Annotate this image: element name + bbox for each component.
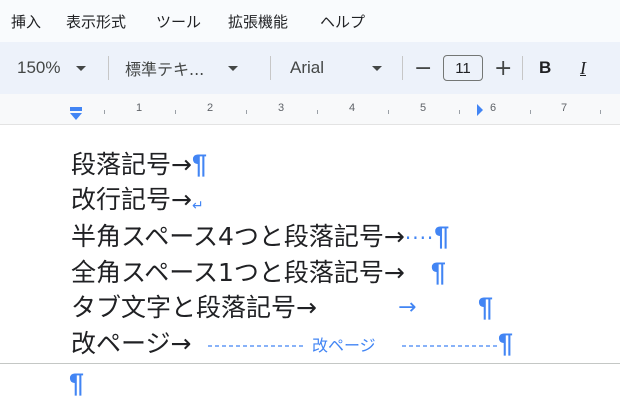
line-text: 段落記号→ bbox=[71, 150, 192, 179]
line-text: 改行記号→ bbox=[71, 185, 192, 214]
paragraph-line[interactable]: 全角スペース1つと段落記号→ ¶ bbox=[71, 255, 446, 289]
increase-font-size-button[interactable]: + bbox=[494, 42, 512, 94]
toolbar-divider bbox=[108, 56, 109, 80]
ruler-label: 3 bbox=[278, 102, 285, 114]
font-family-dropdown[interactable]: Arial bbox=[290, 42, 383, 94]
menu-tools[interactable]: ツール bbox=[156, 11, 201, 32]
bold-button[interactable]: B bbox=[539, 42, 551, 94]
chevron-down-icon bbox=[372, 65, 383, 71]
paragraph-line[interactable]: 改行記号→↵ bbox=[71, 183, 204, 217]
pilcrow-mark: ¶ bbox=[69, 368, 85, 398]
document-canvas[interactable]: 段落記号→¶ 改行記号→↵ 半角スペース4つと段落記号→····¶ 全角スペース… bbox=[0, 125, 620, 420]
ruler-tick bbox=[175, 110, 176, 114]
line-text: タブ文字と段落記号→ bbox=[71, 293, 317, 322]
bold-icon: B bbox=[539, 58, 552, 77]
paragraph-style-value: 標準テキ... bbox=[125, 60, 205, 79]
menu-help[interactable]: ヘルプ bbox=[320, 11, 365, 32]
minus-icon: − bbox=[414, 55, 433, 81]
line-text: 全角スペース1つと段落記号→ bbox=[71, 258, 405, 287]
line-text: 半角スペース4つと段落記号→ bbox=[71, 222, 405, 251]
page-break-marker bbox=[208, 345, 498, 347]
ruler-label: 6 bbox=[490, 102, 497, 114]
font-family-value: Arial bbox=[290, 58, 325, 77]
italic-icon: I bbox=[580, 57, 586, 78]
toolbar-divider bbox=[402, 56, 403, 80]
toolbar-divider bbox=[522, 56, 523, 80]
ruler-tick bbox=[530, 110, 531, 114]
menu-extensions[interactable]: 拡張機能 bbox=[228, 11, 288, 32]
ruler-label: 7 bbox=[561, 102, 568, 114]
pilcrow-mark: ¶ bbox=[434, 221, 450, 251]
line-break-mark: ↵ bbox=[191, 198, 204, 214]
italic-button[interactable]: I bbox=[580, 42, 586, 94]
ruler-label: 1 bbox=[136, 102, 143, 114]
decrease-font-size-button[interactable]: − bbox=[414, 42, 432, 94]
chevron-down-icon bbox=[228, 65, 239, 71]
ruler-tick bbox=[317, 110, 318, 114]
font-size-value: 11 bbox=[455, 59, 471, 77]
zoom-value: 150% bbox=[17, 58, 61, 77]
plus-icon: + bbox=[494, 55, 513, 81]
space-dots-mark: ···· bbox=[404, 226, 435, 250]
ruler-indent-markers bbox=[70, 104, 483, 120]
zoom-dropdown[interactable]: 150% bbox=[17, 42, 87, 94]
ruler-tick bbox=[246, 110, 247, 114]
ruler-tick bbox=[600, 110, 601, 114]
pilcrow-mark: ¶ bbox=[430, 257, 446, 287]
menu-format[interactable]: 表示形式 bbox=[66, 11, 126, 32]
pilcrow-mark: ¶ bbox=[498, 328, 514, 358]
right-indent-marker[interactable] bbox=[477, 104, 483, 116]
menu-insert[interactable]: 挿入 bbox=[11, 11, 41, 32]
menu-bar: 挿入 表示形式 ツール 拡張機能 ヘルプ bbox=[0, 0, 620, 42]
chevron-down-icon bbox=[76, 65, 87, 71]
toolbar: 150% 標準テキ... Arial − 11 + B I bbox=[0, 42, 620, 94]
font-size-input[interactable]: 11 bbox=[443, 55, 483, 81]
page-break-label: 改ページ bbox=[312, 336, 376, 355]
pilcrow-mark: ¶ bbox=[191, 149, 207, 179]
left-indent-marker[interactable] bbox=[70, 113, 82, 120]
paragraph-line[interactable]: 半角スペース4つと段落記号→····¶ bbox=[71, 219, 449, 253]
toolbar-divider bbox=[270, 56, 271, 80]
ruler-label: 2 bbox=[207, 102, 214, 114]
first-line-indent-marker[interactable] bbox=[70, 107, 82, 111]
page-boundary bbox=[0, 363, 620, 364]
ruler-tick bbox=[388, 110, 389, 114]
paragraph-style-dropdown[interactable]: 標準テキ... bbox=[125, 42, 239, 94]
paragraph-line[interactable]: 段落記号→¶ bbox=[71, 147, 207, 181]
pilcrow-mark: ¶ bbox=[478, 292, 494, 322]
paragraph-line[interactable]: タブ文字と段落記号→ bbox=[71, 291, 317, 325]
ruler-tick bbox=[459, 110, 460, 114]
tab-mark: → bbox=[398, 295, 417, 320]
horizontal-ruler[interactable]: 1 2 3 4 5 6 7 bbox=[0, 94, 620, 125]
ruler-label: 4 bbox=[349, 102, 356, 114]
ruler-label: 5 bbox=[420, 102, 427, 114]
ruler-tick bbox=[104, 110, 105, 114]
